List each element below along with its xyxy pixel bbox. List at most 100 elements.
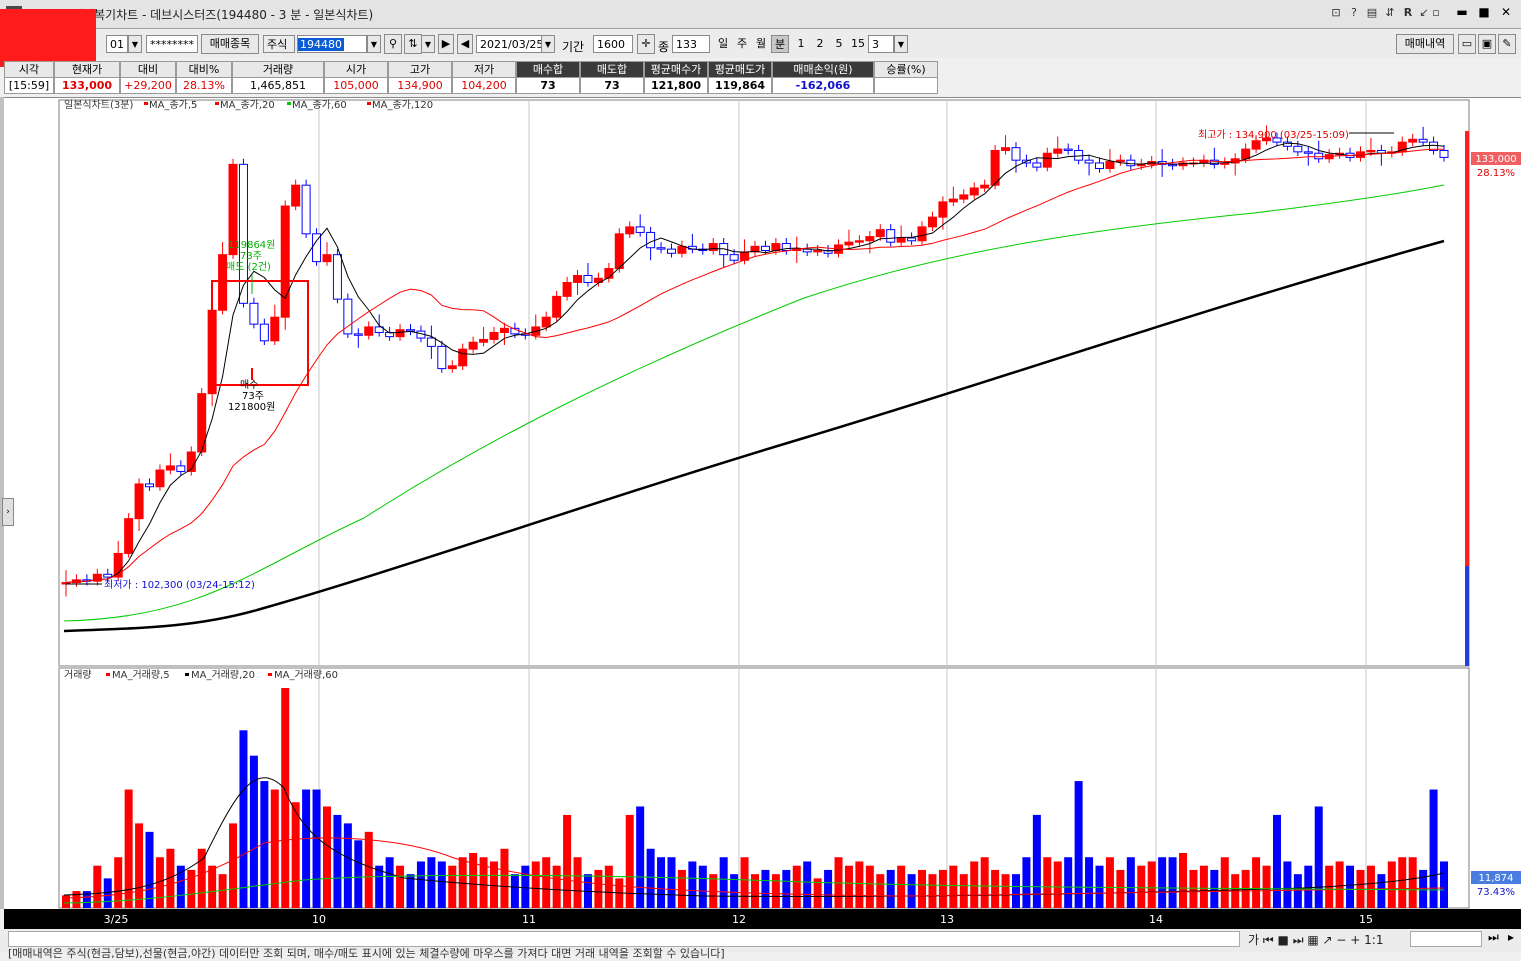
volume-bar-75 [844, 865, 853, 908]
rewind-icon[interactable]: ⏮ [1263, 933, 1274, 947]
status-message: [매매내역은 주식(현금,담보),선물(현금,야간) 데이터만 조회 되며, 매… [8, 947, 725, 960]
candle-8 [145, 483, 155, 488]
volume-bar-109 [1199, 865, 1208, 908]
restore-icon[interactable]: ⊡ [1328, 6, 1344, 19]
close-button[interactable]: ✕ [1496, 4, 1516, 20]
volume-bar-77 [865, 865, 874, 908]
period-button-4[interactable]: 1 [792, 35, 810, 53]
trade-item-button[interactable]: 매매종목 [201, 34, 259, 54]
account-dropdown-icon[interactable]: ▼ [128, 35, 142, 53]
code-input[interactable]: 194480 [297, 35, 367, 53]
save-icon[interactable]: ▣ [1478, 34, 1496, 54]
candle-48 [562, 281, 572, 297]
password-field[interactable]: ******** [146, 35, 198, 53]
zoom-slider[interactable] [1410, 931, 1482, 947]
dock-icon[interactable]: ▫ [1428, 6, 1444, 19]
candle-19 [259, 323, 269, 342]
period-button-0[interactable]: 일 [714, 35, 732, 53]
sort-icon[interactable]: ⇅ [404, 34, 422, 54]
volume-bar-71 [803, 861, 812, 908]
volume-bar-78 [876, 874, 885, 908]
next-icon[interactable]: ▶ [438, 34, 454, 54]
legend-swatch-2 [287, 102, 291, 105]
minimize-button[interactable]: ▬ [1452, 4, 1472, 20]
settings-icon[interactable]: ✎ [1498, 34, 1516, 54]
candle-81 [907, 237, 917, 242]
count-value-field[interactable]: 133 [672, 35, 710, 53]
volume-bar-8 [145, 831, 154, 908]
volume-legend-title: 거래량 [64, 669, 92, 681]
volume-bar-56 [646, 848, 655, 908]
current-pct-text: 28.13% [1477, 168, 1515, 179]
search-icon[interactable]: ⚲ [384, 34, 402, 54]
volume-bar-60 [688, 861, 697, 908]
more-icon[interactable]: ▸ [1508, 930, 1514, 944]
volume-legend-2: MA_거래량,60 [274, 669, 338, 681]
period-button-6[interactable]: 5 [830, 35, 848, 53]
minus-icon[interactable]: − [1336, 933, 1346, 947]
volume-bar-26 [333, 814, 342, 908]
volume-bar-45 [531, 861, 540, 908]
candle-18 [249, 302, 259, 325]
candle-77 [865, 236, 875, 242]
grid-header-5: 시가 [324, 61, 388, 78]
maximize-button[interactable]: ■ [1474, 4, 1494, 20]
fastforward-icon[interactable]: ⏭ [1293, 933, 1304, 947]
period-button-7[interactable]: 15 [849, 35, 867, 53]
chart-controls[interactable]: 가 ⏮ ■ ⏭ ▦ ↗ − + 1:1 [1248, 931, 1383, 948]
draw-icon[interactable]: ↗ [1323, 933, 1333, 947]
candle-98 [1084, 159, 1094, 164]
price-panel [58, 99, 1470, 667]
period-button-2[interactable]: 월 [752, 35, 770, 53]
volume-bar-31 [385, 857, 394, 908]
plus-icon[interactable]: + [1350, 933, 1360, 947]
stock-type-selector[interactable]: 주식 [263, 35, 295, 53]
candle-96 [1063, 148, 1073, 151]
volume-bar-1 [72, 891, 81, 908]
folder-icon[interactable]: ▭ [1458, 34, 1476, 54]
stop-icon[interactable]: ■ [1278, 933, 1289, 947]
period-value-field[interactable]: 1600 [593, 35, 633, 53]
grid-header-13: 승률(%) [874, 61, 938, 78]
candle-28 [353, 333, 363, 336]
candle-68 [771, 243, 781, 252]
grid-value-5: 105,000 [324, 77, 388, 94]
date-dropdown-icon[interactable]: ▼ [541, 35, 555, 53]
prev-icon[interactable]: ◀ [457, 34, 473, 54]
grid-header-2: 대비 [120, 61, 176, 78]
trade-history-button[interactable]: 매매내역 [1396, 34, 1454, 54]
date-field[interactable]: 2021/03/25 [476, 35, 542, 53]
candle-41 [489, 331, 499, 340]
grid-header-8: 매수합 [516, 61, 580, 78]
r-icon[interactable]: R [1400, 6, 1416, 19]
period-button-3[interactable]: 분 [771, 35, 789, 53]
layout-icon[interactable]: ▤ [1364, 6, 1380, 19]
volume-bar-115 [1262, 865, 1271, 908]
code-dropdown-icon[interactable]: ▼ [367, 35, 381, 53]
link-icon[interactable]: ⇵ [1382, 6, 1398, 19]
sort-dropdown-icon[interactable]: ▼ [421, 35, 435, 53]
candle-80 [896, 237, 906, 243]
candle-99 [1095, 162, 1104, 170]
expand-panel-button[interactable]: › [2, 498, 14, 526]
grid-icon[interactable]: ▦ [1307, 933, 1318, 947]
interval-field[interactable]: 3 [868, 35, 894, 53]
end-icon[interactable]: ⏭ [1488, 930, 1499, 945]
period-button-5[interactable]: 2 [811, 35, 829, 53]
chart-type-icon[interactable]: 가 [1248, 933, 1259, 947]
price-legend-1: MA_종가,20 [220, 99, 275, 111]
volume-bar-103 [1137, 865, 1146, 908]
volume-tag-text: 11,874 [1479, 873, 1514, 884]
period-button-1[interactable]: 주 [733, 35, 751, 53]
account-suffix-field[interactable]: 01 [106, 35, 128, 53]
volume-bar-42 [500, 848, 509, 908]
chart-svg[interactable]: 일본식차트(3분) MA_종가,5 MA_종가,20 MA_종가,60 MA_종가,12… [4, 98, 1521, 910]
candle-89 [990, 149, 1000, 186]
interval-dropdown-icon[interactable]: ▼ [894, 35, 908, 53]
help-icon[interactable]: ? [1346, 6, 1362, 19]
candle-49 [573, 275, 583, 283]
volume-bar-106 [1168, 857, 1177, 908]
candle-101 [1115, 159, 1125, 163]
grid-header-1: 현재가 [54, 61, 120, 78]
crosshair-icon[interactable]: ✛ [637, 34, 655, 54]
